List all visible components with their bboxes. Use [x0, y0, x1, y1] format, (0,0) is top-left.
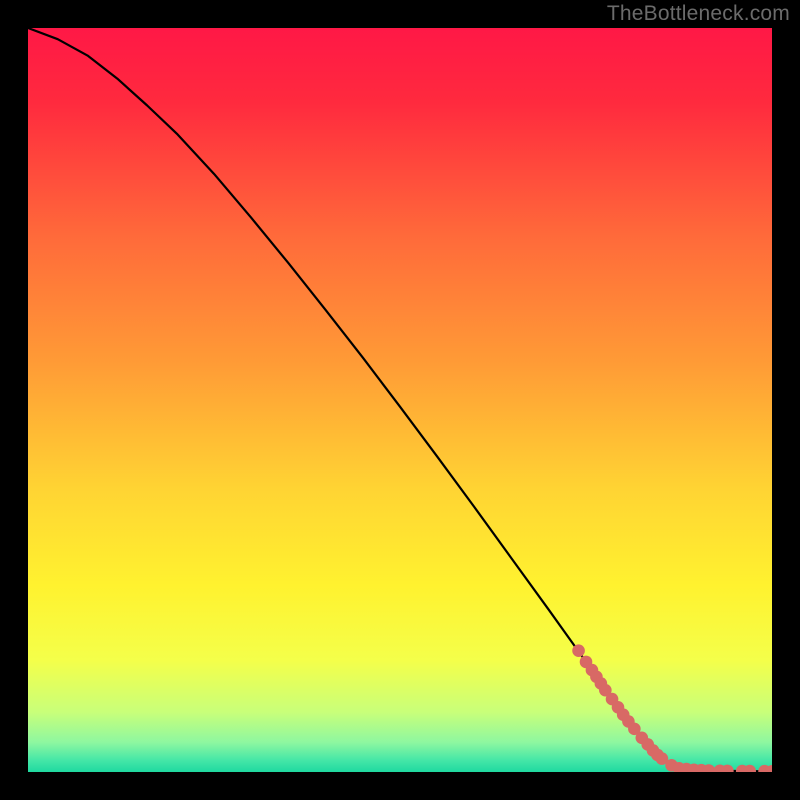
watermark-text: TheBottleneck.com: [607, 2, 790, 26]
chart-frame: TheBottleneck.com: [0, 0, 800, 800]
plot-area: [28, 28, 772, 772]
gradient-bg: [28, 28, 772, 772]
marker-point: [572, 644, 585, 657]
chart-svg: [28, 28, 772, 772]
